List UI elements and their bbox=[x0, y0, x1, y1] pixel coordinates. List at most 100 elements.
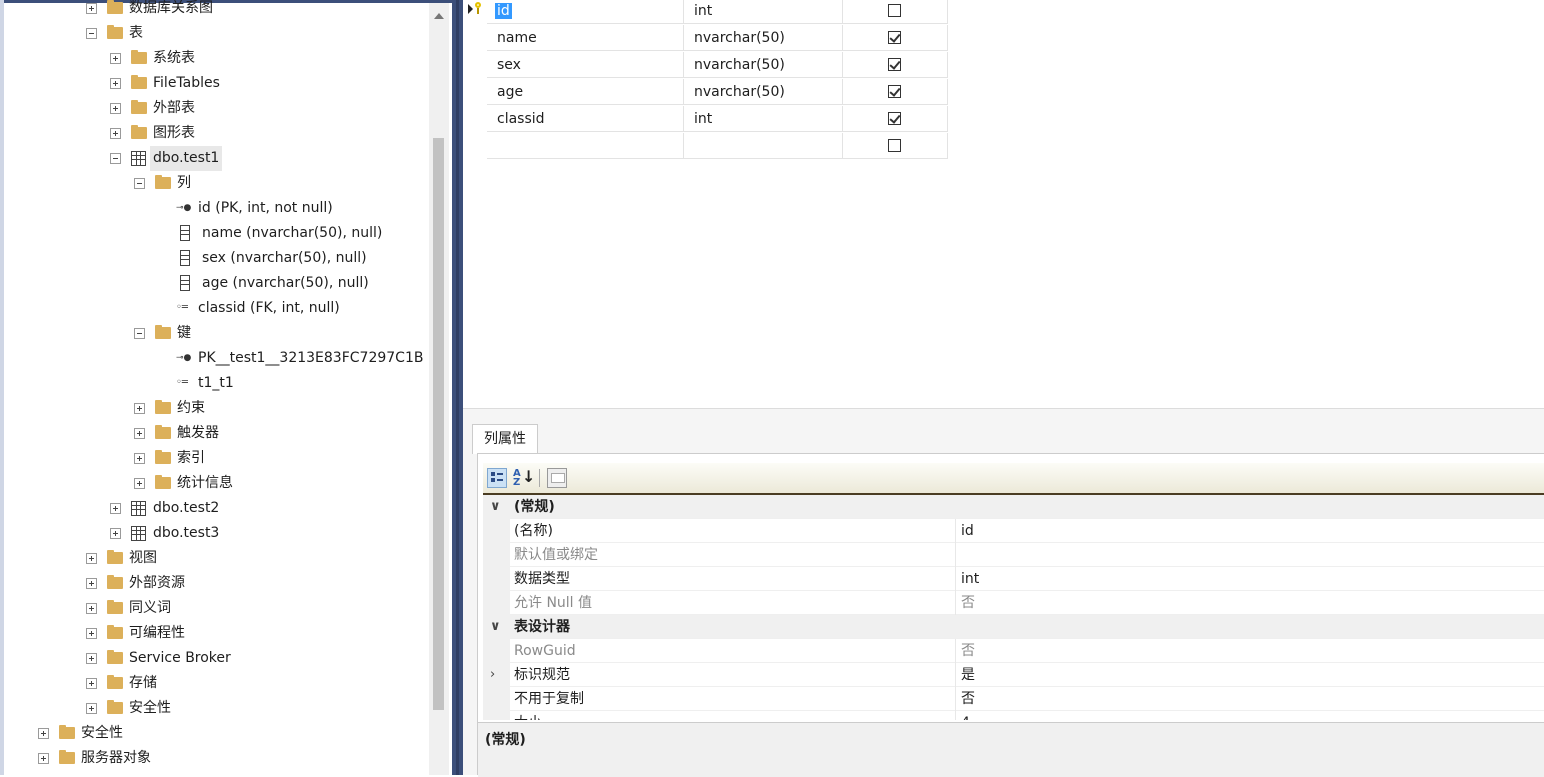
tree-item[interactable]: 触发器 bbox=[0, 421, 430, 446]
allow-nulls-cell[interactable] bbox=[843, 52, 948, 78]
row-selector[interactable] bbox=[463, 133, 487, 160]
tree-item[interactable]: 键 bbox=[0, 321, 430, 346]
tree-item[interactable]: 安全性 bbox=[0, 721, 430, 746]
allow-nulls-cell[interactable] bbox=[843, 25, 948, 51]
expand-plus-icon[interactable] bbox=[86, 578, 97, 589]
chevron-down-icon[interactable]: ∨ bbox=[490, 495, 501, 519]
expand-plus-icon[interactable] bbox=[134, 428, 145, 439]
row-selector[interactable] bbox=[463, 106, 487, 133]
tree-item[interactable]: dbo.test2 bbox=[0, 496, 430, 521]
data-type-cell[interactable]: nvarchar(50) bbox=[684, 25, 843, 51]
tree-item[interactable]: 约束 bbox=[0, 396, 430, 421]
data-type-cell[interactable] bbox=[684, 133, 843, 159]
tree-item[interactable]: 索引 bbox=[0, 446, 430, 471]
collapse-minus-icon[interactable] bbox=[110, 153, 121, 164]
expand-plus-icon[interactable] bbox=[86, 653, 97, 664]
expand-plus-icon[interactable] bbox=[86, 3, 97, 14]
property-value[interactable]: 否 bbox=[955, 591, 1544, 615]
collapse-minus-icon[interactable] bbox=[134, 328, 145, 339]
table-designer-grid[interactable]: id int name nvarchar(50) sex nvarchar(50) age n… bbox=[463, 0, 1544, 408]
tree-item[interactable]: FileTables bbox=[0, 71, 430, 96]
expand-plus-icon[interactable] bbox=[110, 78, 121, 89]
tree-item[interactable]: dbo.test1 bbox=[0, 146, 430, 171]
column-name-cell[interactable] bbox=[487, 133, 684, 159]
property-value[interactable]: id bbox=[955, 519, 1544, 543]
tree-item[interactable]: 图形表 bbox=[0, 121, 430, 146]
tree-item[interactable]: age (nvarchar(50), null) bbox=[0, 271, 430, 296]
tree-item[interactable]: 表 bbox=[0, 21, 430, 46]
property-row[interactable]: RowGuid 否 bbox=[483, 639, 1544, 663]
tree-item[interactable]: 存储 bbox=[0, 671, 430, 696]
collapse-minus-icon[interactable] bbox=[86, 28, 97, 39]
data-type-cell[interactable]: int bbox=[684, 0, 843, 24]
expand-plus-icon[interactable] bbox=[110, 503, 121, 514]
tree-item[interactable]: 外部资源 bbox=[0, 571, 430, 596]
property-row[interactable]: 大小 4 bbox=[483, 711, 1544, 720]
property-row[interactable]: 默认值或绑定 bbox=[483, 543, 1544, 567]
tree-item[interactable]: 安全性 bbox=[0, 696, 430, 721]
tree-item[interactable]: sex (nvarchar(50), null) bbox=[0, 246, 430, 271]
tree-item[interactable]: ◦═ classid (FK, int, null) bbox=[0, 296, 430, 321]
tree-item[interactable]: 统计信息 bbox=[0, 471, 430, 496]
data-type-cell[interactable]: nvarchar(50) bbox=[684, 79, 843, 105]
property-category[interactable]: ∨ (常规) bbox=[483, 495, 1544, 519]
data-type-cell[interactable]: nvarchar(50) bbox=[684, 52, 843, 78]
property-value[interactable] bbox=[955, 543, 1544, 567]
expand-plus-icon[interactable] bbox=[110, 128, 121, 139]
allow-nulls-cell[interactable] bbox=[843, 0, 948, 24]
chevron-right-icon[interactable]: › bbox=[490, 663, 495, 687]
expand-plus-icon[interactable] bbox=[86, 703, 97, 714]
expand-plus-icon[interactable] bbox=[110, 53, 121, 64]
expand-plus-icon[interactable] bbox=[38, 728, 49, 739]
tree-item[interactable]: 数据库关系图 bbox=[0, 0, 430, 21]
property-row[interactable]: (名称) id bbox=[483, 519, 1544, 543]
row-selector[interactable] bbox=[463, 0, 487, 25]
column-name-cell[interactable]: age bbox=[487, 79, 684, 105]
tree-vertical-scrollbar[interactable] bbox=[429, 3, 449, 775]
allow-nulls-checkbox[interactable] bbox=[888, 112, 901, 125]
expand-plus-icon[interactable] bbox=[86, 603, 97, 614]
tree-item[interactable]: 系统表 bbox=[0, 46, 430, 71]
tree-item[interactable]: 同义词 bbox=[0, 596, 430, 621]
allow-nulls-checkbox[interactable] bbox=[888, 85, 901, 98]
scrollbar-thumb[interactable] bbox=[433, 138, 444, 710]
data-type-cell[interactable]: int bbox=[684, 106, 843, 132]
row-selector[interactable] bbox=[463, 25, 487, 52]
property-grid[interactable]: ∨ (常规) (名称) id 默认值或绑定 数据类型 int 允许 Null 值否 ∨ 表设计器 R… bbox=[483, 495, 1544, 720]
scroll-up-arrow-icon[interactable] bbox=[434, 13, 444, 19]
column-name-cell[interactable]: id bbox=[487, 0, 684, 24]
column-name-cell[interactable]: name bbox=[487, 25, 684, 51]
allow-nulls-cell[interactable] bbox=[843, 106, 948, 132]
expand-plus-icon[interactable] bbox=[86, 553, 97, 564]
tree-item[interactable]: ⊸● PK__test1__3213E83FC7297C1B bbox=[0, 346, 430, 371]
expand-plus-icon[interactable] bbox=[86, 628, 97, 639]
tree-item[interactable]: ⊸● id (PK, int, not null) bbox=[0, 196, 430, 221]
tree-item[interactable]: 外部表 bbox=[0, 96, 430, 121]
expand-plus-icon[interactable] bbox=[110, 103, 121, 114]
property-row[interactable]: 不用于复制 否 bbox=[483, 687, 1544, 711]
allow-nulls-checkbox[interactable] bbox=[888, 4, 901, 17]
allow-nulls-cell[interactable] bbox=[843, 79, 948, 105]
tree-item[interactable]: 可编程性 bbox=[0, 621, 430, 646]
tab-column-properties[interactable]: 列属性 bbox=[472, 424, 538, 454]
expand-plus-icon[interactable] bbox=[134, 403, 145, 414]
tree-item[interactable]: 服务器对象 bbox=[0, 746, 430, 771]
expand-plus-icon[interactable] bbox=[110, 528, 121, 539]
tree-item[interactable]: ◦═ t1_t1 bbox=[0, 371, 430, 396]
expand-plus-icon[interactable] bbox=[134, 453, 145, 464]
tree-item[interactable]: dbo.test3 bbox=[0, 521, 430, 546]
collapse-minus-icon[interactable] bbox=[134, 178, 145, 189]
allow-nulls-checkbox[interactable] bbox=[888, 139, 901, 152]
column-name-cell[interactable]: sex bbox=[487, 52, 684, 78]
property-value[interactable]: int bbox=[955, 567, 1544, 591]
chevron-down-icon[interactable]: ∨ bbox=[490, 615, 501, 639]
property-row[interactable]: 允许 Null 值 否 bbox=[483, 591, 1544, 615]
tree-item[interactable]: 视图 bbox=[0, 546, 430, 571]
allow-nulls-checkbox[interactable] bbox=[888, 58, 901, 71]
property-category[interactable]: ∨ 表设计器 bbox=[483, 615, 1544, 639]
property-value[interactable]: 4 bbox=[955, 711, 1544, 720]
pane-splitter[interactable] bbox=[452, 0, 463, 775]
tree-item[interactable]: name (nvarchar(50), null) bbox=[0, 221, 430, 246]
tree-item[interactable]: Service Broker bbox=[0, 646, 430, 671]
categorized-view-icon[interactable] bbox=[487, 468, 507, 488]
